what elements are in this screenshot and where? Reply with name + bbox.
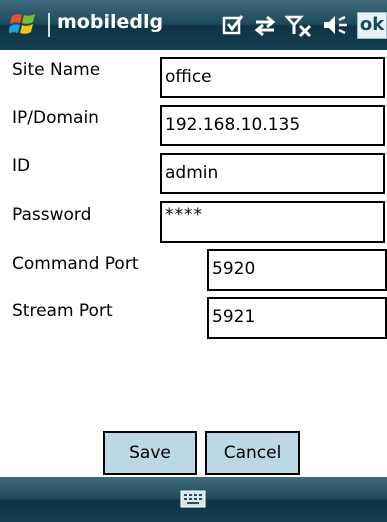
speaker-icon[interactable] xyxy=(321,12,349,38)
keyboard-icon[interactable] xyxy=(180,489,206,509)
title-bar: mobiledlg ok xyxy=(0,0,387,50)
cancel-button[interactable]: Cancel xyxy=(205,431,300,475)
ip-domain-label: IP/Domain xyxy=(12,108,99,128)
stream-port-label: Stream Port xyxy=(12,301,113,321)
id-field[interactable]: admin xyxy=(160,153,385,194)
checklist-icon[interactable] xyxy=(222,12,244,38)
windows-start-icon[interactable] xyxy=(9,9,39,39)
stream-port-field[interactable]: 5921 xyxy=(207,297,387,339)
password-label: Password xyxy=(12,205,92,225)
command-port-field[interactable]: 5920 xyxy=(207,249,387,291)
command-port-label: Command Port xyxy=(12,254,139,274)
window-title: mobiledlg xyxy=(57,11,164,33)
site-name-field[interactable]: office xyxy=(160,57,385,98)
site-name-label: Site Name xyxy=(12,60,101,80)
id-label: ID xyxy=(12,156,31,176)
title-separator xyxy=(48,13,50,37)
save-button[interactable]: Save xyxy=(103,431,197,475)
ip-domain-field[interactable]: 192.168.10.135 xyxy=(160,105,385,146)
signal-off-icon[interactable] xyxy=(285,12,313,38)
soft-key-bar xyxy=(0,477,387,522)
ok-button[interactable]: ok xyxy=(357,12,387,39)
connectivity-icon[interactable] xyxy=(252,12,278,38)
password-field[interactable]: **** xyxy=(160,201,385,243)
